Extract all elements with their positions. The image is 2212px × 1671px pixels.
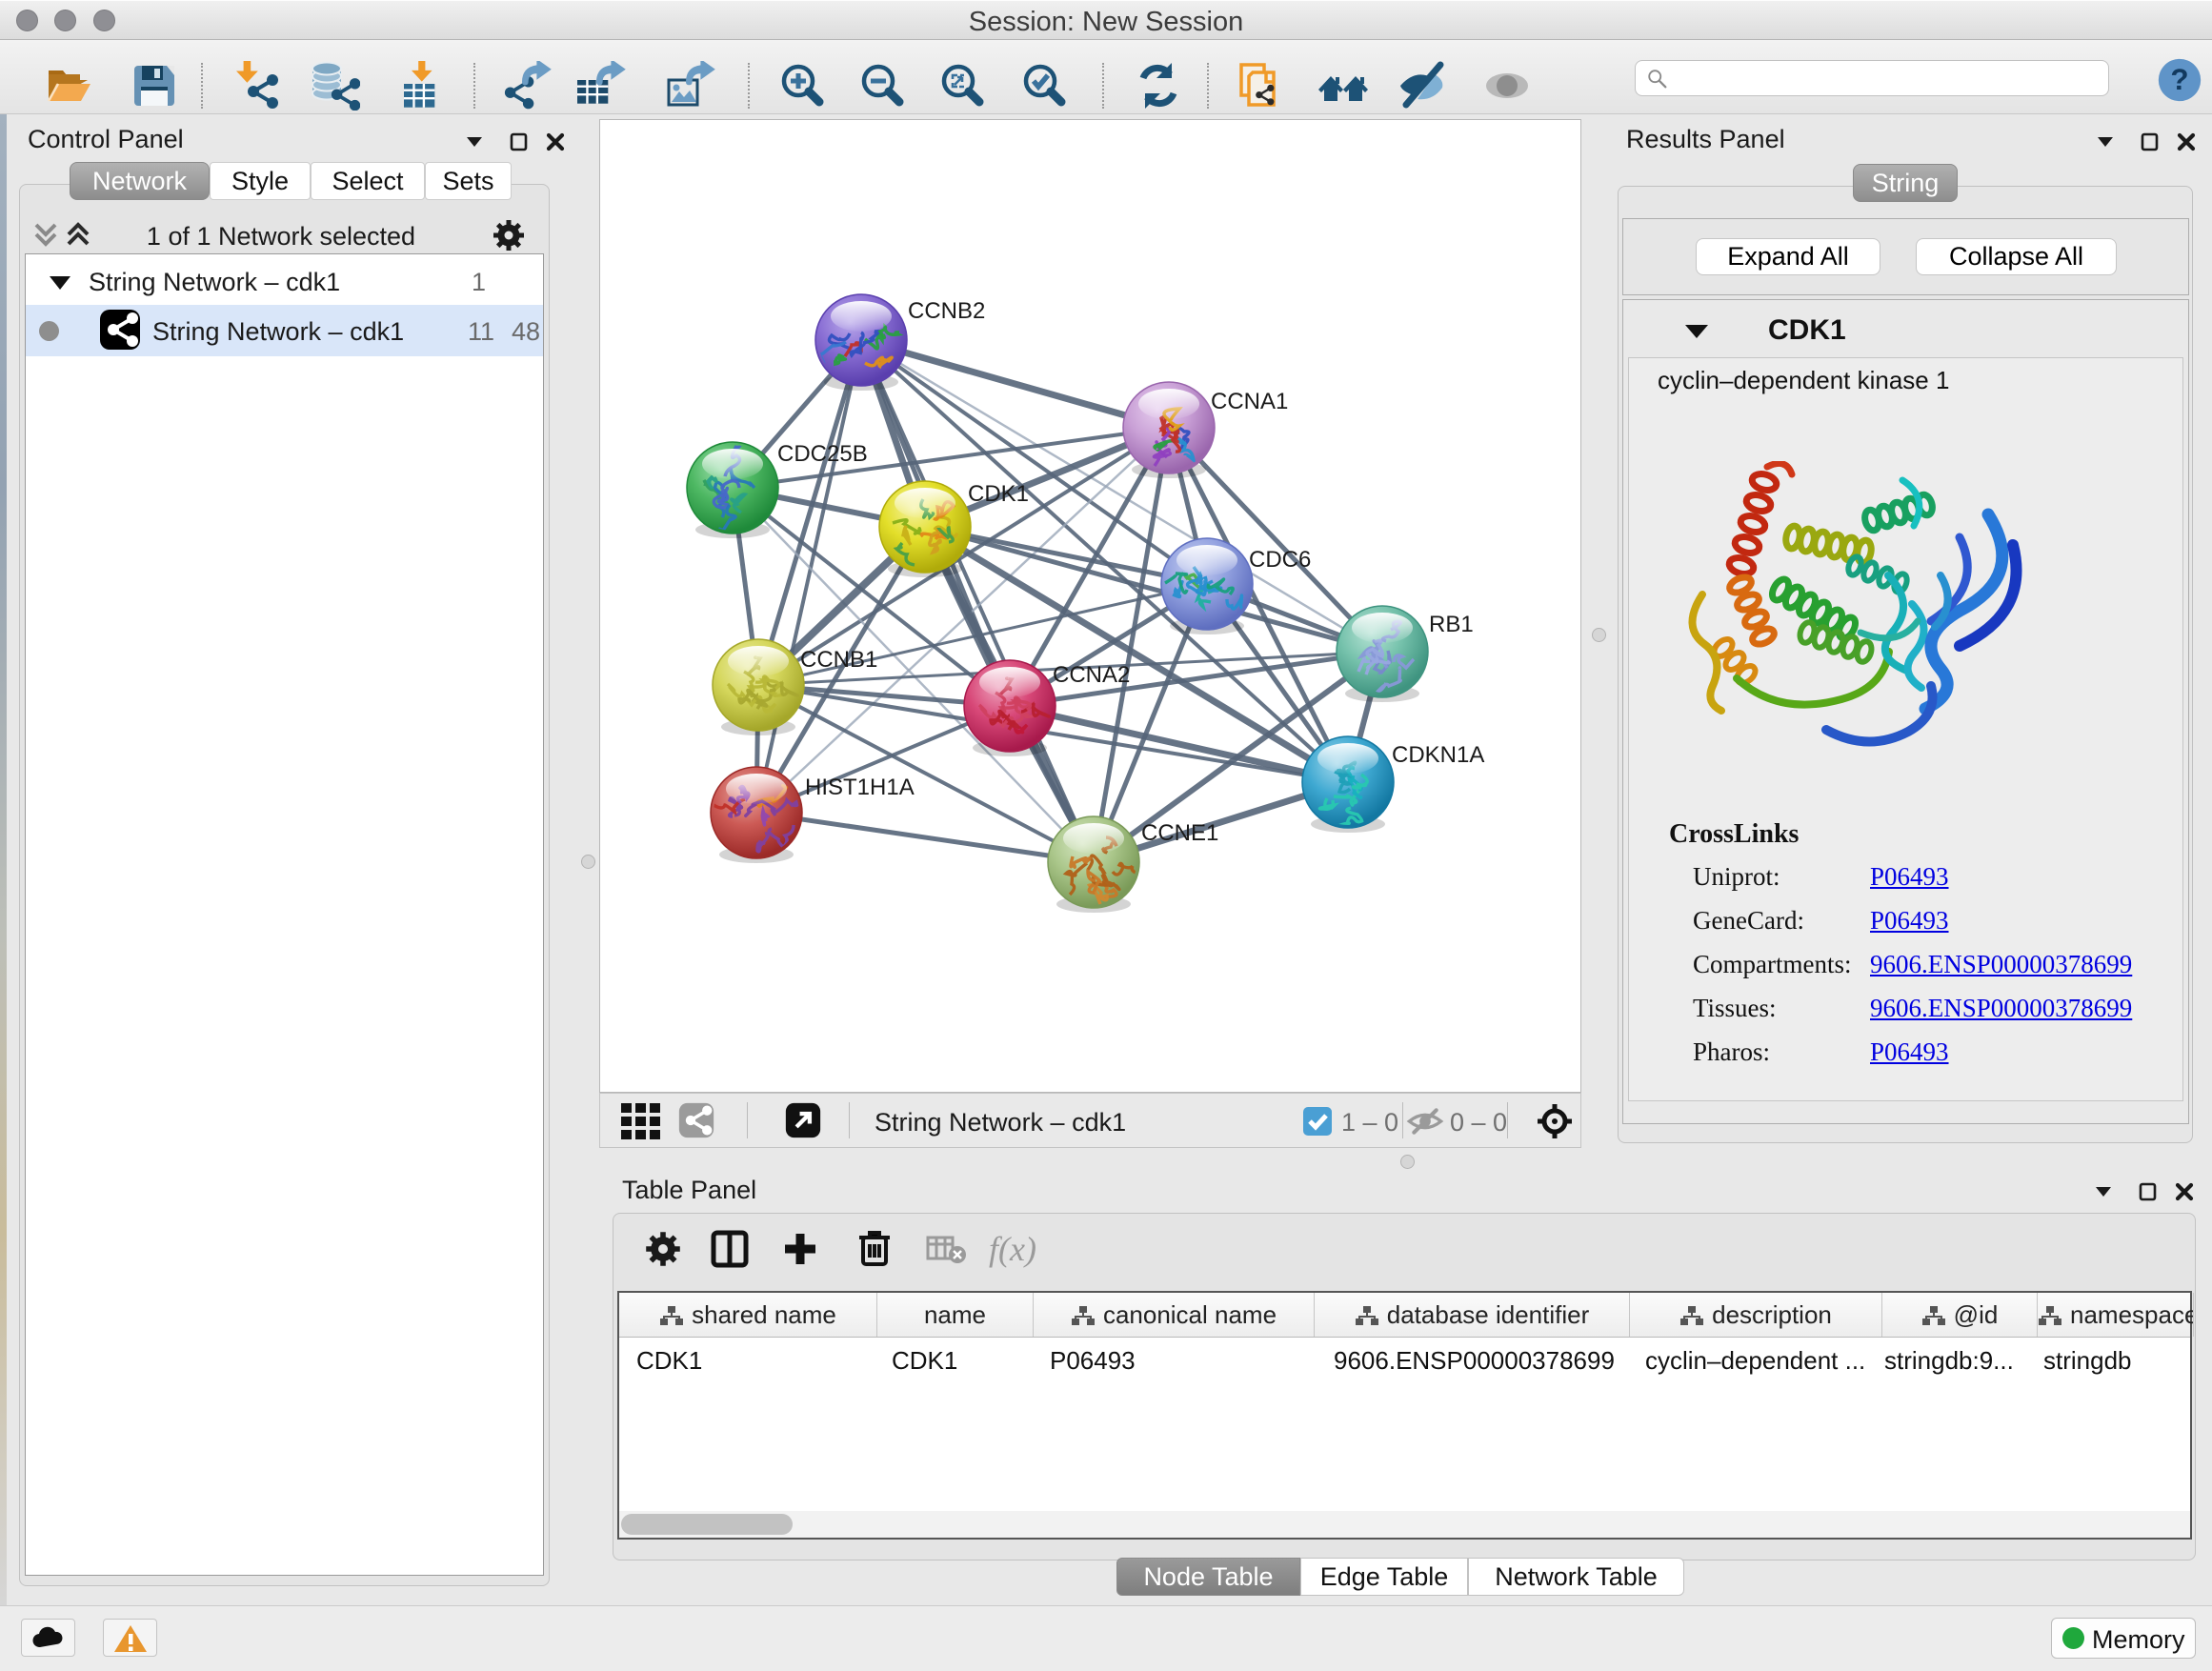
svg-text:RB1: RB1 xyxy=(1429,612,1474,637)
svg-text:HIST1H1A: HIST1H1A xyxy=(805,775,915,800)
svg-text:CCNB2: CCNB2 xyxy=(908,298,985,324)
svg-text:CDKN1A: CDKN1A xyxy=(1392,742,1484,768)
svg-text:CCNE1: CCNE1 xyxy=(1141,820,1218,846)
svg-text:CCNA1: CCNA1 xyxy=(1211,389,1288,414)
svg-text:CCNB1: CCNB1 xyxy=(800,647,877,673)
svg-text:CDC25B: CDC25B xyxy=(777,441,868,467)
svg-text:CCNA2: CCNA2 xyxy=(1053,662,1130,688)
svg-text:CDC6: CDC6 xyxy=(1249,547,1311,573)
svg-text:CDK1: CDK1 xyxy=(968,481,1029,507)
svg-text:?: ? xyxy=(2170,63,2188,96)
